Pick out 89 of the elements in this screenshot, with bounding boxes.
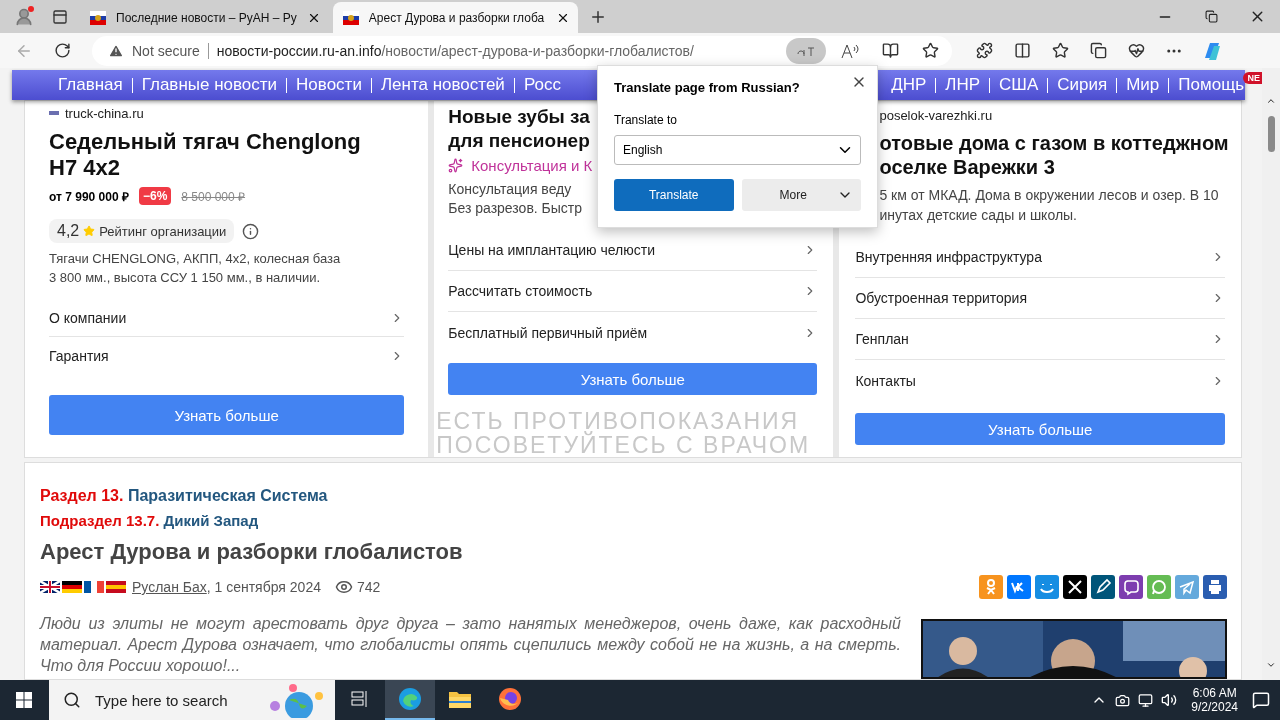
ad-title: Седельный тягач Chenglong bbox=[49, 129, 361, 155]
ad-link[interactable]: Генплан bbox=[855, 319, 1225, 360]
flag-icon bbox=[90, 10, 106, 25]
sparkle-icon bbox=[448, 158, 464, 173]
new-badge: NE bbox=[1243, 72, 1262, 84]
nav-link[interactable]: Мир bbox=[1126, 75, 1160, 95]
flag-icon bbox=[342, 10, 359, 25]
discount-badge: −6% bbox=[138, 187, 172, 205]
star-icon bbox=[83, 225, 96, 237]
more-button[interactable]: More bbox=[741, 179, 861, 211]
eye-icon bbox=[334, 578, 353, 596]
ad-link[interactable]: Обустроенная территория bbox=[855, 278, 1225, 319]
section-heading: Раздел 13. Паразитическая Система bbox=[40, 487, 328, 504]
nav-link[interactable]: Главные новости bbox=[141, 75, 278, 95]
task-view-icon bbox=[351, 690, 369, 708]
browser-tab[interactable]: Арест Дурова и разборки глоба bbox=[332, 2, 578, 33]
language-select[interactable]: English bbox=[614, 135, 861, 165]
nav-link[interactable]: Помощь bbox=[1178, 75, 1244, 95]
volume-icon[interactable] bbox=[1161, 692, 1178, 708]
nav-link[interactable]: США bbox=[999, 75, 1039, 95]
article-lead: Люди из элиты не могут арестовать друг друга – зато нанятых менеджеров, очень даже, как расходный материал. Арест Дурова означает, что глобалисты опять сцепились между собой не на жизнь, а на смерть. Что для России хорошо!... bbox=[40, 614, 901, 676]
rating-pill: 4,2 Рейтинг организации bbox=[49, 219, 235, 243]
folder-icon bbox=[448, 689, 472, 709]
learn-more-button[interactable]: Узнать больше bbox=[855, 413, 1225, 445]
ad-description: инутах детские сады и школы. bbox=[879, 206, 1077, 225]
site-icon bbox=[49, 111, 59, 115]
taskbar-app[interactable] bbox=[385, 680, 435, 720]
share-icon[interactable] bbox=[1063, 575, 1087, 599]
warning-icon bbox=[108, 42, 124, 59]
nav-link[interactable]: Главная bbox=[58, 75, 123, 95]
article-title: Арест Дурова и разборки глобалистов bbox=[40, 539, 464, 565]
flag-icon bbox=[84, 581, 104, 593]
scroll-down-icon[interactable] bbox=[1266, 660, 1276, 670]
author-link[interactable]: Руслан Бах bbox=[132, 579, 207, 595]
ad-link[interactable]: Внутренняя инфраструктура bbox=[855, 237, 1225, 278]
old-price: 8 500 000 ₽ bbox=[181, 188, 246, 205]
ad-link[interactable]: Цены на имплантацию челюсти bbox=[448, 230, 818, 271]
notifications-icon[interactable] bbox=[1252, 691, 1270, 709]
learn-more-button[interactable]: Узнать больше bbox=[448, 363, 818, 395]
browser-icon bbox=[398, 687, 422, 711]
share-icon[interactable] bbox=[1203, 575, 1227, 599]
ad-description: 5 км от МКАД. Дома в окружении лесов и озер. В 10 bbox=[879, 186, 1219, 205]
scroll-thumb[interactable] bbox=[1267, 116, 1275, 152]
subsection-heading: Подраздел 13.7. Дикий Запад bbox=[40, 512, 259, 529]
ad-domain: poselok-varezhki.ru bbox=[879, 107, 993, 123]
fox-globe-icon bbox=[498, 687, 522, 711]
nav-link[interactable]: Новости bbox=[296, 75, 362, 95]
nav-link[interactable]: ЛНР bbox=[945, 75, 981, 95]
ad-title: H7 4x2 bbox=[49, 155, 120, 181]
share-icon[interactable] bbox=[1091, 575, 1115, 599]
article-date: , 1 сентября 2024 bbox=[206, 579, 321, 595]
scroll-up-icon[interactable] bbox=[1266, 96, 1276, 106]
flag-icon bbox=[62, 581, 82, 593]
clock[interactable]: 6:06 AM 9/2/2024 bbox=[1191, 686, 1238, 714]
search-icon bbox=[63, 691, 81, 709]
ad-link[interactable]: Контакты bbox=[855, 360, 1225, 401]
ad-domain: truck-china.ru bbox=[65, 105, 144, 121]
ad-title: Новые зубы за bbox=[448, 105, 590, 129]
ad-tagline: Консультация и К bbox=[471, 157, 593, 174]
browser-tab[interactable]: Последние новости – РуАН – Ру bbox=[80, 2, 329, 33]
address-field[interactable]: Not secure новости-россии.ru-an.info/новости/арест-дурова-и-разборки-глобалистов/ bbox=[92, 35, 952, 66]
ad-link[interactable]: Рассчитать стоимость bbox=[448, 271, 818, 312]
network-icon[interactable] bbox=[1138, 692, 1154, 708]
ad-title: для пенсионер bbox=[448, 129, 590, 153]
ad-description: 3 800 мм., высота ССУ 1 150 мм., в наличии. bbox=[49, 269, 321, 287]
translate-button[interactable]: Translate bbox=[614, 179, 734, 211]
ad-description: Тягачи CHENGLONG, АКПП, 4x2, колесная база bbox=[49, 250, 341, 268]
nav-link[interactable]: Сирия bbox=[1057, 75, 1108, 95]
ad-title: оселке Варежки 3 bbox=[879, 155, 1055, 179]
ad-link[interactable]: О компании bbox=[49, 299, 405, 337]
ad-description: Без разрезов. Быстр bbox=[448, 199, 583, 218]
taskbar-search[interactable]: Type here to search bbox=[49, 680, 335, 720]
view-count: 742 bbox=[356, 579, 381, 595]
price: от 7 990 000 ₽ bbox=[49, 188, 129, 205]
nav-link[interactable]: Лента новостей bbox=[380, 75, 505, 95]
popup-title: Translate page from Russian? bbox=[614, 80, 801, 95]
camera-icon[interactable] bbox=[1115, 692, 1131, 708]
ad-description: Консультация веду bbox=[448, 180, 572, 199]
ad-link[interactable]: Бесплатный первичный приём bbox=[448, 312, 818, 353]
ad-title: отовые дома с газом в коттеджном bbox=[879, 131, 1229, 155]
learn-more-button[interactable]: Узнать больше bbox=[49, 395, 405, 435]
ad-link[interactable]: Гарантия bbox=[49, 337, 405, 375]
flag-icon bbox=[106, 581, 126, 593]
share-icon[interactable] bbox=[1119, 575, 1143, 599]
flag-icon bbox=[40, 581, 60, 593]
nav-link[interactable]: Росс bbox=[523, 75, 561, 95]
nav-link[interactable]: ДНР bbox=[891, 75, 927, 95]
info-icon bbox=[242, 222, 260, 240]
field-label: Translate to bbox=[614, 113, 678, 127]
